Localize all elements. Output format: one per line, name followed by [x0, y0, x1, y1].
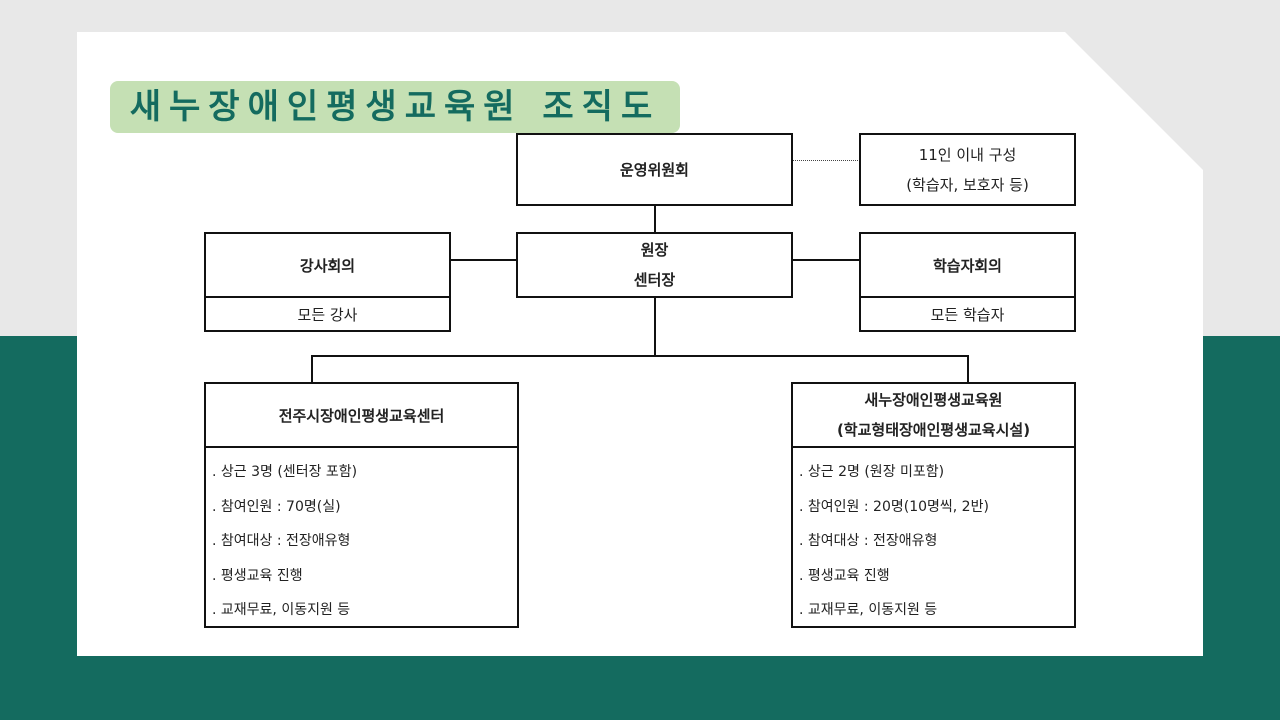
list-item: . 상근 2명 (원장 미포함) — [799, 464, 945, 480]
learners-members-box: 모든 학습자 — [859, 298, 1076, 332]
list-item: . 평생교육 진행 — [799, 567, 890, 584]
connector-teachers-director — [450, 259, 517, 261]
center-left-header: 전주시장애인평생교육센터 — [204, 382, 519, 448]
director-box: 원장 센터장 — [516, 232, 793, 298]
list-item: . 평생교육 진행 — [212, 567, 303, 584]
center-right-list: . 상근 2명 (원장 미포함) . 참여인원 : 20명(10명씩, 2반) … — [791, 448, 1076, 628]
center-left-list: . 상근 3명 (센터장 포함) . 참여인원 : 70명(실) . 참여대상 … — [204, 448, 519, 628]
list-item: . 참여대상 : 전장애유형 — [212, 533, 351, 550]
center-left-name: 전주시장애인평생교육센터 — [278, 406, 445, 425]
committee-box: 운영위원회 — [516, 133, 793, 206]
center-right-header: 새누장애인평생교육원 (학교형태장애인평생교육시설) — [791, 382, 1076, 448]
connector-director-down — [654, 297, 656, 356]
director-line2: 센터장 — [633, 271, 676, 289]
list-item: . 교재무료, 이동지원 등 — [799, 602, 938, 619]
learners-meeting-label: 학습자회의 — [932, 256, 1002, 275]
connector-director-learners — [792, 259, 860, 261]
teachers-meeting-box: 강사회의 — [204, 232, 451, 298]
teachers-meeting-label: 강사회의 — [299, 256, 356, 275]
connector-left-drop — [311, 355, 313, 383]
connector-horizontal — [311, 355, 969, 357]
learners-members: 모든 학습자 — [930, 305, 1005, 324]
learners-meeting-box: 학습자회의 — [859, 232, 1076, 298]
center-right-name-line1: 새누장애인평생교육원 — [864, 391, 1003, 409]
center-right-name-line2: (학교형태장애인평생교육시설) — [836, 421, 1031, 439]
list-item: . 참여인원 : 20명(10명씩, 2반) — [799, 498, 989, 515]
committee-note-line2: (학습자, 보호자 등) — [906, 175, 1029, 194]
connector-committee-note — [792, 160, 860, 161]
list-item: . 상근 3명 (센터장 포함) — [212, 464, 358, 480]
committee-label: 운영위원회 — [619, 161, 689, 179]
teachers-members-box: 모든 강사 — [204, 298, 451, 332]
teachers-members: 모든 강사 — [297, 305, 358, 324]
director-line1: 원장 — [640, 241, 669, 259]
committee-note-box: 11인 이내 구성 (학습자, 보호자 등) — [859, 133, 1076, 206]
connector-committee-director — [654, 205, 656, 233]
page-title: 새누장애인평생교육원 조직도 — [129, 87, 661, 127]
committee-note-line1: 11인 이내 구성 — [918, 145, 1017, 164]
list-item: . 교재무료, 이동지원 등 — [212, 602, 351, 619]
connector-right-drop — [967, 355, 969, 383]
list-item: . 참여대상 : 전장애유형 — [799, 533, 938, 550]
list-item: . 참여인원 : 70명(실) — [212, 498, 341, 515]
